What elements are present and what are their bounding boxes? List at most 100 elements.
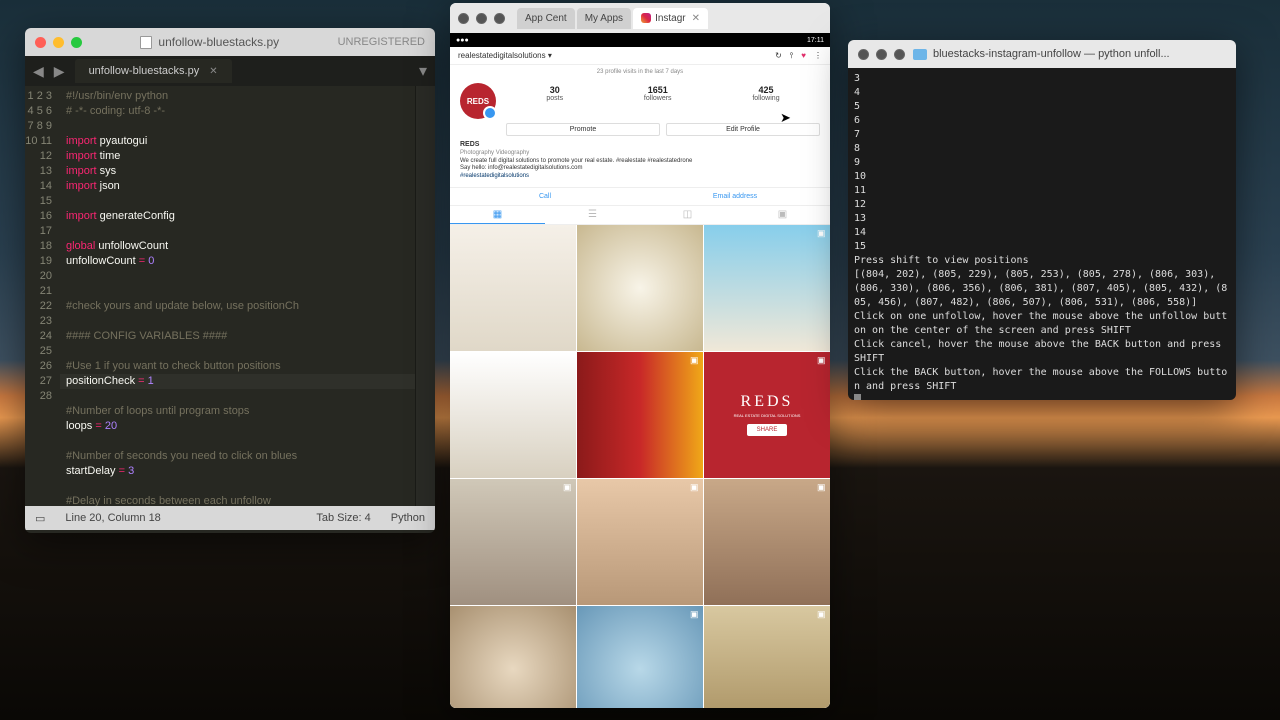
grid-cell[interactable]: ▣ [704,479,830,605]
editor-filename: unfollow-bluestacks.py [158,35,279,49]
terminal-window: bluestacks-instagram-unfollow — python u… [848,40,1236,400]
grid-cell[interactable]: ▣ REDS REAL ESTATE DIGITAL SOLUTIONS SHA… [704,352,830,478]
grid-cell[interactable]: ▣ [577,352,703,478]
profile-buttons: Promote Edit Profile [450,123,830,140]
profile-stats: 30posts 1651followers 425following [506,83,820,119]
bluestacks-window: App CentMy AppsInstagr✕ ●●● 17:11 reales… [450,3,830,708]
bio-category: Photography Videography [460,150,529,156]
terminal-titlebar[interactable]: bluestacks-instagram-unfollow — python u… [848,40,1236,68]
photo-grid: ▣ ▣ ▣ REDS REAL ESTATE DIGITAL SOLUTIONS… [450,225,830,708]
bio-description: We create full digital solutions to prom… [460,158,692,164]
tab-size[interactable]: Tab Size: 4 [316,512,370,524]
document-icon [140,36,152,49]
activity-banner[interactable]: 23 profile visits in the last 7 days [450,65,830,79]
grid-cell[interactable] [450,352,576,478]
tab-close-icon[interactable]: ✕ [692,13,700,24]
activity-icon[interactable]: ♥ [801,51,806,60]
bluestacks-tab[interactable]: App Cent [517,8,575,29]
traffic-lights[interactable] [35,37,82,48]
nav-back-icon[interactable]: ◀ [33,63,44,80]
email-button[interactable]: Email address [640,188,830,205]
status-icon: ▭ [35,512,45,525]
bio-email: Say hello: info@realestatedigitalsolutio… [460,165,583,171]
bluestacks-tab[interactable]: My Apps [577,8,631,29]
file-tab[interactable]: unfollow-bluestacks.py ✕ [75,59,232,83]
editor-titlebar[interactable]: unfollow-bluestacks.py UNREGISTERED [25,28,435,56]
grid-cell[interactable]: ▣ [577,479,703,605]
insights-icon[interactable]: ⫯ [790,51,793,61]
grid-view-icon[interactable]: ▦ [450,206,545,224]
call-button[interactable]: Call [450,188,640,205]
grid-cell[interactable]: ▣ [450,479,576,605]
multi-icon: ▣ [817,609,827,619]
multi-icon: ▣ [690,355,700,365]
code-area[interactable]: #!/usr/bin/env python # -*- coding: utf-… [60,86,415,506]
grid-cell[interactable]: ▣ [704,606,830,708]
reds-subtitle: REAL ESTATE DIGITAL SOLUTIONS [734,413,801,418]
close-icon[interactable] [858,49,869,60]
bluestacks-tabs: App CentMy AppsInstagr✕ [517,8,822,29]
sublime-text-window: unfollow-bluestacks.py UNREGISTERED ◀ ▶ … [25,28,435,533]
grid-cell[interactable] [450,225,576,351]
minimize-icon[interactable] [876,49,887,60]
terminal-title-text: bluestacks-instagram-unfollow — python u… [933,48,1170,60]
grid-cell[interactable]: ▣ [577,606,703,708]
tagged-view-icon[interactable]: ◫ [640,206,735,224]
traffic-lights[interactable] [858,49,905,60]
close-icon[interactable] [35,37,46,48]
contact-bar: Call Email address [450,187,830,206]
stat-posts[interactable]: 30posts [546,85,563,119]
tab-label: unfollow-bluestacks.py [89,65,200,77]
unregistered-label: UNREGISTERED [338,36,425,48]
profile-username[interactable]: realestatedigitalsolutions ▾ [458,51,552,60]
profile-section: REDS 30posts 1651followers 425following [450,79,830,123]
promote-button[interactable]: Promote [506,123,660,136]
minimize-icon[interactable] [53,37,64,48]
archive-icon[interactable]: ↻ [775,51,782,60]
editor-status-bar: ▭ Line 20, Column 18 Tab Size: 4 Python [25,506,435,530]
language-mode[interactable]: Python [391,512,425,524]
multi-icon: ▣ [817,355,827,365]
status-time: 17:11 [807,37,824,44]
nav-forward-icon[interactable]: ▶ [54,63,65,80]
bluestacks-tab[interactable]: Instagr✕ [633,8,708,29]
carrier-icon: ●●● [456,37,469,44]
editor-body[interactable]: 1 2 3 4 5 6 7 8 9 10 11 12 13 14 15 16 1… [25,86,435,506]
maximize-icon[interactable] [71,37,82,48]
bio-name: REDS [460,141,479,148]
android-status-bar: ●●● 17:11 [450,33,830,47]
bio-hashtag: #realestatedigitalsolutions [460,173,529,179]
edit-profile-button[interactable]: Edit Profile [666,123,820,136]
stat-followers[interactable]: 1651followers [644,85,672,119]
grid-cell[interactable] [577,225,703,351]
grid-cell[interactable]: ▣ [704,225,830,351]
traffic-lights[interactable] [458,13,505,24]
terminal-body[interactable]: 3 4 5 6 7 8 9 10 11 12 13 14 15 Press sh… [848,68,1236,400]
editor-title: unfollow-bluestacks.py [90,35,330,49]
instagram-icon [641,13,651,23]
multi-icon: ▣ [563,482,573,492]
cursor-position: Line 20, Column 18 [65,512,160,524]
multi-icon: ▣ [690,609,700,619]
maximize-icon[interactable] [894,49,905,60]
folder-icon [913,49,927,60]
grid-cell[interactable] [450,606,576,708]
instagram-header: realestatedigitalsolutions ▾ ↻ ⫯ ♥ ⋮ [450,47,830,65]
minimize-icon[interactable] [476,13,487,24]
tab-dropdown-icon[interactable]: ▾ [419,61,427,81]
view-tabs: ▦ ☰ ◫ ▣ [450,206,830,225]
tab-close-icon[interactable]: ✕ [209,66,217,77]
multi-icon: ▣ [817,482,827,492]
close-icon[interactable] [458,13,469,24]
stat-following[interactable]: 425following [752,85,779,119]
multi-icon: ▣ [690,482,700,492]
saved-view-icon[interactable]: ▣ [735,206,830,224]
profile-avatar[interactable]: REDS [460,83,496,119]
maximize-icon[interactable] [494,13,505,24]
minimap[interactable] [415,86,435,506]
line-gutter: 1 2 3 4 5 6 7 8 9 10 11 12 13 14 15 16 1… [25,86,60,506]
bluestacks-titlebar[interactable]: App CentMy AppsInstagr✕ [450,3,830,33]
menu-icon[interactable]: ⋮ [814,51,822,60]
multi-icon: ▣ [817,228,827,238]
list-view-icon[interactable]: ☰ [545,206,640,224]
